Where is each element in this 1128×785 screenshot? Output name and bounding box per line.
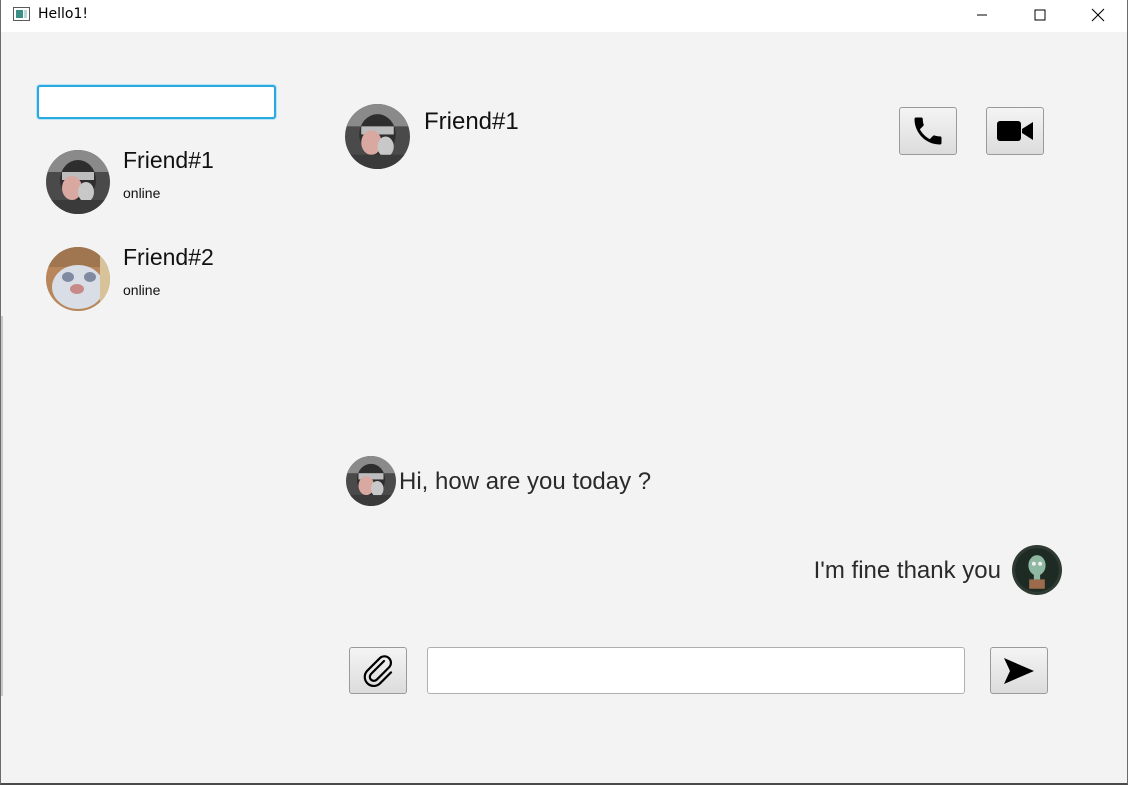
message-avatar-me: [1012, 545, 1062, 595]
search-input[interactable]: [37, 85, 276, 119]
send-icon: [1004, 657, 1034, 684]
chat-header-avatar: [345, 104, 410, 169]
minimize-icon: [977, 14, 987, 16]
title-bar[interactable]: Hello1!: [1, 0, 1127, 32]
contact-name: Friend#1: [123, 147, 214, 173]
contact-status: online: [123, 185, 161, 201]
paperclip-icon: [363, 654, 393, 687]
phone-icon: [914, 117, 942, 145]
message-text-incoming: Hi, how are you today ?: [399, 468, 652, 495]
maximize-icon: [1034, 9, 1046, 21]
masked-person-avatar: [46, 150, 110, 214]
attach-button[interactable]: [349, 647, 407, 694]
contact-status: online: [123, 282, 161, 298]
video-call-button[interactable]: [986, 107, 1044, 155]
app-icon: [13, 7, 30, 21]
contact-item-friend-1[interactable]: Friend#1 online: [41, 147, 271, 223]
maximize-button[interactable]: [1017, 0, 1063, 30]
chat-header-name: Friend#1: [424, 108, 519, 135]
call-button[interactable]: [899, 107, 957, 155]
send-button[interactable]: [990, 647, 1048, 694]
message-input[interactable]: [427, 647, 965, 694]
app-window: Hello1! Friend#1 online Friend#2 online …: [0, 0, 1128, 785]
message-avatar-friend: [346, 456, 396, 506]
contact-name: Friend#2: [123, 244, 214, 270]
close-icon: [1091, 8, 1105, 22]
message-text-outgoing: I'm fine thank you: [813, 557, 1001, 584]
minimize-button[interactable]: [959, 0, 1005, 30]
video-camera-icon: [997, 121, 1033, 141]
window-edge: [1, 316, 3, 696]
cat-avatar: [46, 247, 110, 311]
contact-item-friend-2[interactable]: Friend#2 online: [41, 244, 271, 320]
window-title: Hello1!: [38, 6, 89, 22]
close-button[interactable]: [1075, 0, 1121, 30]
